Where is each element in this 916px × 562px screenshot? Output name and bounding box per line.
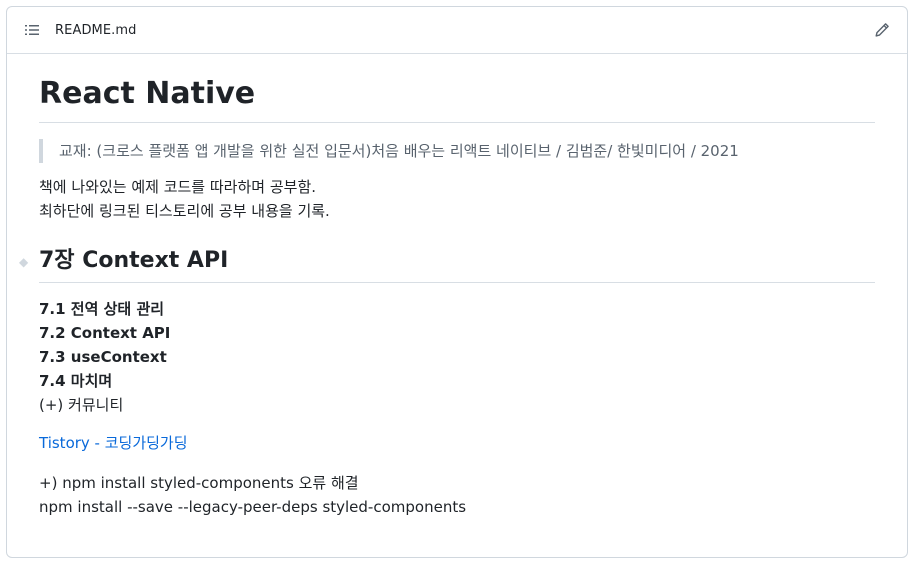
- readme-header: README.md: [7, 7, 907, 54]
- list-unordered-icon[interactable]: [23, 21, 41, 39]
- section-heading-text: 7장 Context API: [39, 248, 229, 273]
- tistory-link[interactable]: Tistory - 코딩가딩가딩: [39, 434, 188, 452]
- chapter-list: 7.1 전역 상태 관리 7.2 Context API 7.3 useCont…: [39, 297, 875, 417]
- note-line-2: npm install --save --legacy-peer-deps st…: [39, 497, 467, 516]
- page-title: React Native: [39, 72, 875, 123]
- list-item: 7.4 마치며: [39, 371, 113, 390]
- intro-line-1: 책에 나와있는 예제 코드를 따라하며 공부함.: [39, 178, 317, 196]
- link-paragraph: Tistory - 코딩가딩가딩: [39, 431, 875, 455]
- list-item: 7.1 전역 상태 관리: [39, 299, 165, 318]
- readme-box: README.md React Native 교재: (크로스 플랫폼 앱 개발…: [6, 6, 908, 558]
- quote-block: 교재: (크로스 플랫폼 앱 개발을 위한 실전 입문서)처음 배우는 리액트 …: [39, 139, 875, 163]
- section-heading: ◆ 7장 Context API: [19, 247, 875, 283]
- intro-paragraph: 책에 나와있는 예제 코드를 따라하며 공부함. 최하단에 링크된 티스토리에 …: [39, 175, 875, 223]
- note-paragraph: +) npm install styled-components 오류 해결 n…: [39, 471, 875, 519]
- link-anchor-icon[interactable]: ◆: [19, 255, 29, 269]
- list-item: 7.3 useContext: [39, 347, 167, 366]
- pencil-icon[interactable]: [873, 21, 891, 39]
- intro-line-2: 최하단에 링크된 티스토리에 공부 내용을 기록.: [39, 202, 330, 220]
- markdown-body: React Native 교재: (크로스 플랫폼 앱 개발을 위한 실전 입문…: [7, 54, 907, 519]
- list-item: 7.2 Context API: [39, 323, 171, 342]
- list-item: (+) 커뮤니티: [39, 395, 124, 414]
- note-line-1: +) npm install styled-components 오류 해결: [39, 473, 359, 492]
- file-name: README.md: [55, 22, 137, 38]
